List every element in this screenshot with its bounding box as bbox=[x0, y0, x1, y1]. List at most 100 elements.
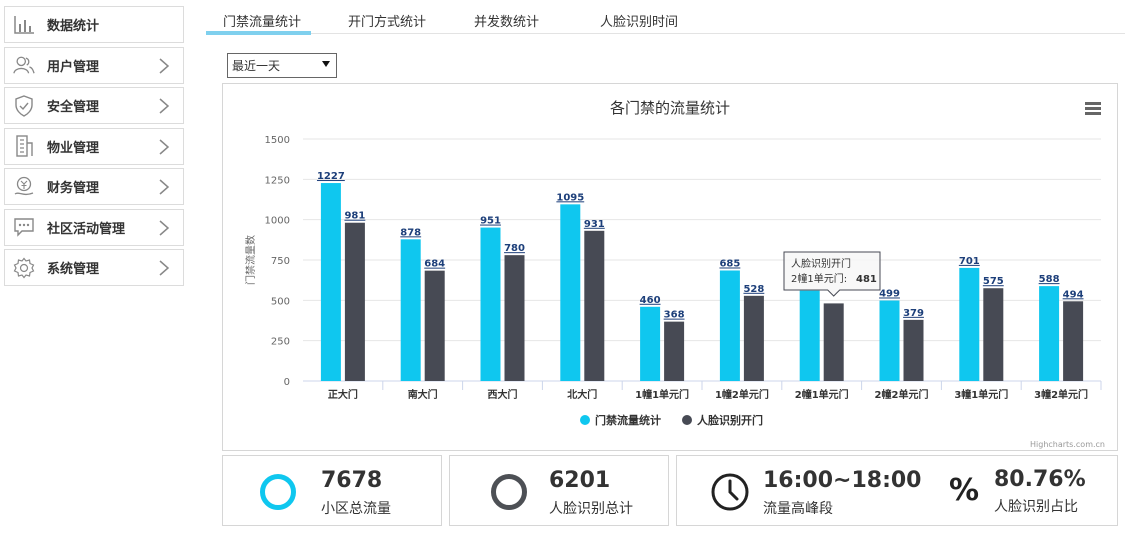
bar-access-traffic bbox=[480, 227, 501, 381]
data-label: 575 bbox=[983, 276, 1004, 287]
bar-face-open bbox=[344, 222, 365, 381]
data-label: 685 bbox=[719, 258, 740, 269]
chevron-right-icon bbox=[157, 138, 171, 156]
time-range-select-value: 最近一天 bbox=[232, 59, 281, 73]
data-label: 931 bbox=[584, 219, 605, 230]
bar-access-traffic bbox=[719, 270, 740, 381]
y-tick-label: 750 bbox=[271, 256, 290, 267]
bar-chart-icon bbox=[13, 14, 35, 36]
tab-concurrency[interactable]: 并发数统计 bbox=[474, 11, 539, 30]
building-icon bbox=[13, 135, 35, 157]
x-tick-label: 正大门 bbox=[328, 388, 358, 401]
bar-face-open bbox=[424, 270, 445, 381]
legend-label: 门禁流量统计 bbox=[595, 413, 661, 427]
stat-label: 人脸识别占比 bbox=[994, 499, 1078, 515]
sidebar-item-data-stats[interactable]: 数据统计 bbox=[4, 6, 184, 43]
sidebar-item-property-management[interactable]: 物业管理 bbox=[4, 127, 184, 165]
y-tick-label: 1000 bbox=[265, 216, 290, 227]
y-tick-label: 1500 bbox=[265, 135, 290, 146]
x-tick-label: 北大门 bbox=[567, 388, 597, 401]
sidebar-item-label: 社区活动管理 bbox=[47, 221, 126, 237]
data-label: 951 bbox=[480, 216, 501, 227]
bar-access-traffic bbox=[560, 204, 581, 381]
ring-icon bbox=[491, 474, 527, 510]
bar-face-open bbox=[983, 288, 1004, 381]
data-label: 499 bbox=[879, 288, 900, 299]
x-tick-label: 1幢2单元门 bbox=[715, 388, 769, 401]
x-tick-label: 南大门 bbox=[408, 388, 438, 401]
x-tick-label: 1幢1单元门 bbox=[635, 388, 689, 401]
stat-value: 80.76% bbox=[994, 467, 1086, 492]
x-tick-label: 3幢1单元门 bbox=[954, 388, 1008, 401]
users-icon bbox=[13, 54, 35, 76]
bar-face-open bbox=[743, 295, 764, 381]
data-label: 494 bbox=[1063, 289, 1084, 300]
data-label: 379 bbox=[903, 308, 924, 319]
sidebar-item-community-activity[interactable]: 社区活动管理 bbox=[4, 208, 184, 246]
chevron-right-icon bbox=[157, 57, 171, 75]
tooltip-series: 人脸识别开门 bbox=[791, 257, 851, 270]
tooltip-category: 2幢1单元门: bbox=[791, 272, 847, 285]
y-tick-label: 0 bbox=[284, 377, 290, 388]
data-label: 528 bbox=[743, 284, 764, 295]
active-tab-indicator bbox=[206, 31, 311, 35]
bar-face-open bbox=[664, 321, 685, 381]
sidebar-item-user-management[interactable]: 用户管理 bbox=[4, 46, 184, 84]
chevron-right-icon bbox=[157, 259, 171, 277]
y-tick-label: 1250 bbox=[265, 175, 290, 186]
bar-access-traffic bbox=[320, 183, 341, 381]
legend-marker bbox=[580, 415, 590, 425]
x-tick-label: 3幢2单元门 bbox=[1034, 388, 1088, 401]
chevron-right-icon bbox=[157, 219, 171, 237]
data-label: 701 bbox=[959, 256, 980, 267]
x-tick-label: 西大门 bbox=[488, 388, 518, 401]
shield-icon bbox=[13, 94, 35, 117]
tab-face-recognition-time[interactable]: 人脸识别时间 bbox=[600, 11, 678, 30]
stat-card-peak-and-ratio: 16:00~18:00 流量高峰段 % 80.76% 人脸识别占比 bbox=[676, 455, 1118, 526]
bar-access-traffic bbox=[959, 267, 980, 381]
data-label: 780 bbox=[504, 243, 525, 254]
chart-credits[interactable]: Highcharts.com.cn bbox=[1030, 440, 1105, 449]
sidebar-item-label: 用户管理 bbox=[47, 59, 100, 75]
ring-icon bbox=[260, 474, 296, 510]
stat-value: 16:00~18:00 bbox=[763, 468, 922, 493]
y-axis-title: 门禁流量数 bbox=[244, 235, 257, 285]
sidebar-item-label: 物业管理 bbox=[47, 140, 100, 156]
data-label: 460 bbox=[640, 295, 661, 306]
bar-face-open bbox=[1063, 301, 1084, 381]
sidebar-item-finance-management[interactable]: 财务管理 bbox=[4, 168, 184, 205]
percent-icon: % bbox=[949, 473, 980, 508]
data-label: 684 bbox=[424, 259, 445, 270]
stat-value: 7678 bbox=[321, 468, 383, 493]
data-label: 368 bbox=[664, 310, 685, 321]
legend-label: 人脸识别开门 bbox=[697, 413, 763, 427]
clock-icon bbox=[711, 473, 749, 511]
caret-down-icon bbox=[322, 61, 330, 67]
chart-panel: 各门禁的流量统计 0 250 500 750 1000 1250 1500 门禁流量数 正大门 12… bbox=[222, 83, 1118, 451]
money-hand-icon bbox=[13, 176, 35, 198]
tooltip-value: 481 bbox=[856, 274, 877, 285]
time-range-select[interactable]: 最近一天 bbox=[227, 53, 337, 78]
sidebar-item-security-management[interactable]: 安全管理 bbox=[4, 87, 184, 124]
data-label: 1227 bbox=[317, 171, 345, 182]
chevron-right-icon bbox=[157, 97, 171, 115]
sidebar: 数据统计 用户管理 安全管理 物业管理 财务管理 社区活动管理 系统管理 bbox=[4, 6, 184, 290]
sidebar-item-label: 系统管理 bbox=[47, 262, 100, 277]
legend-marker bbox=[682, 415, 692, 425]
bar-access-traffic bbox=[400, 239, 421, 381]
x-tick-label: 2幢2单元门 bbox=[875, 388, 929, 401]
bar-face-open bbox=[903, 319, 924, 381]
stat-card-total-traffic: 7678 小区总流量 bbox=[222, 455, 442, 526]
bar-chart[interactable]: 各门禁的流量统计 0 250 500 750 1000 1250 1500 门禁流量数正大门 12… bbox=[223, 84, 1117, 450]
data-label: 588 bbox=[1039, 274, 1060, 285]
tab-access-traffic[interactable]: 门禁流量统计 bbox=[223, 11, 301, 30]
chart-menu-icon[interactable] bbox=[1085, 102, 1101, 116]
sidebar-item-system-management[interactable]: 系统管理 bbox=[4, 249, 184, 286]
chevron-right-icon bbox=[157, 178, 171, 196]
gear-icon bbox=[13, 257, 35, 279]
tab-bar: 门禁流量统计 开门方式统计 并发数统计 人脸识别时间 bbox=[206, 0, 1125, 35]
bar-face-open bbox=[504, 255, 525, 381]
bar-face-open bbox=[823, 303, 844, 381]
bar-access-traffic bbox=[1039, 286, 1060, 381]
tab-open-method[interactable]: 开门方式统计 bbox=[348, 11, 426, 30]
